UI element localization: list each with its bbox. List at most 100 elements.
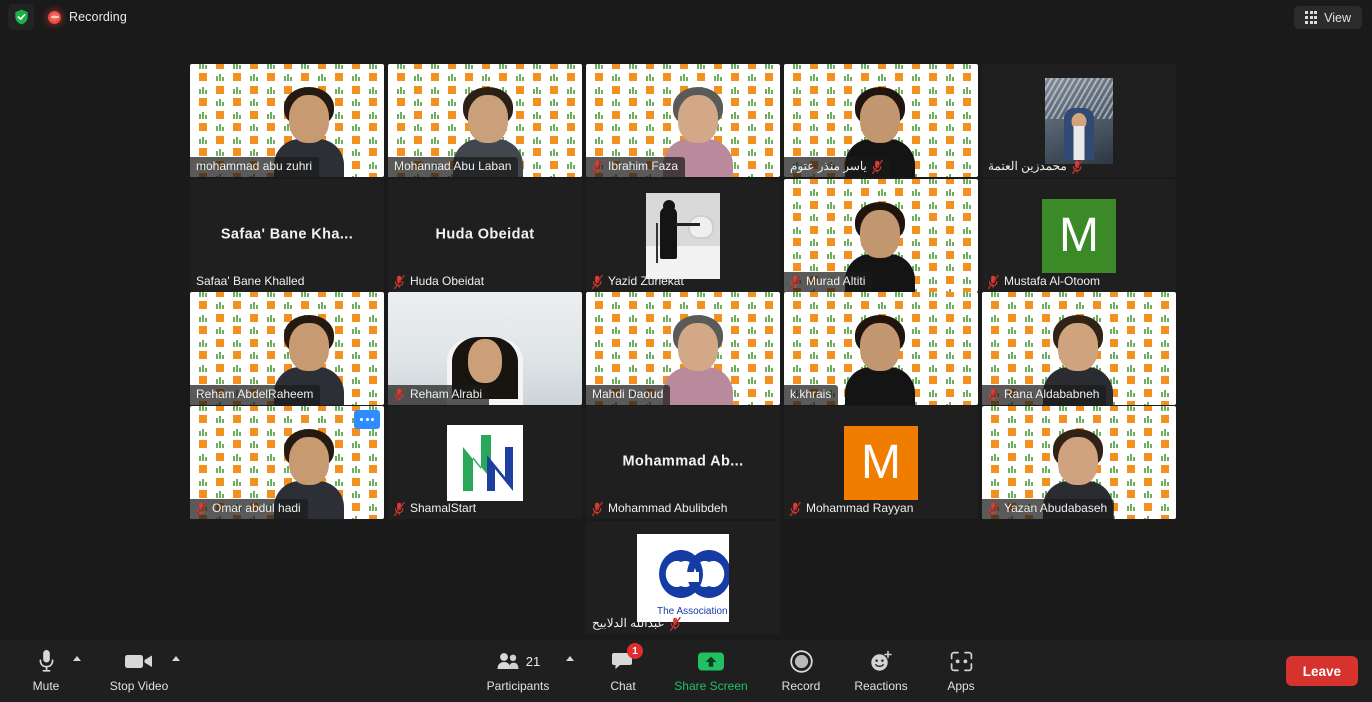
grid-view-icon <box>1304 11 1318 24</box>
participant-name-text: Ibrahim Faza <box>608 159 679 173</box>
participant-video-feed <box>843 313 919 405</box>
participant-name-text: ShamalStart <box>410 501 477 515</box>
record-button[interactable]: Record <box>755 648 847 693</box>
security-shield-icon[interactable] <box>8 4 34 30</box>
participant-tile[interactable]: Reham Alrabi <box>388 292 582 405</box>
record-circle-icon <box>789 648 813 674</box>
participant-name-label: Reham Alrabi <box>388 385 490 405</box>
recording-status[interactable]: Recording <box>48 10 127 24</box>
audio-options-chevron-up-icon[interactable] <box>73 656 81 661</box>
participant-name-text: Mohannad Abu Laban <box>394 159 512 173</box>
participant-name-label: Yazid Zuriekat <box>586 272 691 292</box>
participant-tile[interactable]: Mohammad Ab... Mohammad Abulibdeh <box>586 406 780 519</box>
participant-tile[interactable]: Mahdi Daoud <box>586 292 780 405</box>
profile-photo-avatar <box>646 192 720 279</box>
participant-tile[interactable]: Yazid Zuriekat <box>586 179 780 292</box>
participant-tile[interactable]: Ibrahim Faza <box>586 64 780 177</box>
chat-label: Chat <box>610 679 636 693</box>
participant-display-name-large: Huda Obeidat <box>435 225 535 242</box>
apps-button[interactable]: Apps <box>915 648 1007 693</box>
meeting-toolbar: Mute Stop Video 21 Participants 1 Chat S… <box>0 640 1372 702</box>
muted-mic-icon <box>988 387 999 402</box>
participant-tile[interactable]: محمدزين العتمة <box>982 64 1176 177</box>
view-button-label: View <box>1324 10 1351 25</box>
participant-name-label: Ibrahim Faza <box>586 157 686 177</box>
participant-tile[interactable]: M Mustafa Al-Otoom <box>982 179 1176 292</box>
participant-name-text: Mohammad Rayyan <box>806 501 914 515</box>
muted-mic-icon <box>394 274 405 289</box>
participant-name-text: محمدزين العتمة <box>988 159 1067 173</box>
participant-name-text: mohammad abu zuhri <box>196 159 313 173</box>
muted-mic-icon <box>669 616 681 631</box>
video-options-chevron-up-icon[interactable] <box>172 656 180 661</box>
participant-name-text: Omar abdul hadi <box>212 501 301 515</box>
stop-video-button[interactable]: Stop Video <box>93 648 185 693</box>
muted-mic-icon <box>988 501 999 516</box>
participant-name-label: Huda Obeidat <box>388 272 491 292</box>
participant-name-text: k.khrais <box>790 387 832 401</box>
participant-name-label: Mustafa Al-Otoom <box>982 272 1107 292</box>
participant-tile[interactable]: ShamalStart <box>388 406 582 519</box>
participant-name-label: عبدالله الدلابيح <box>586 614 688 634</box>
participant-tile[interactable]: Murad Altiti <box>784 179 978 292</box>
participant-gallery: mohammad abu zuhri Mohannad Abu Laban Ibra… <box>0 34 1372 640</box>
share-screen-button[interactable]: Share Screen <box>665 648 757 693</box>
participant-tile[interactable]: Mohannad Abu Laban <box>388 64 582 177</box>
mute-button[interactable]: Mute <box>0 648 92 693</box>
muted-mic-icon <box>592 274 603 289</box>
participant-tile[interactable]: M Mohammad Rayyan <box>784 406 978 519</box>
participant-name-label: ShamalStart <box>388 499 483 519</box>
participants-count: 21 <box>525 653 541 669</box>
leave-button[interactable]: Leave <box>1285 656 1358 686</box>
mute-label: Mute <box>32 679 60 693</box>
microphone-icon <box>38 648 55 674</box>
apps-label: Apps <box>947 679 975 693</box>
participant-tile[interactable]: Huda Obeidat Huda Obeidat <box>388 179 582 292</box>
camera-icon <box>124 648 154 674</box>
participant-name-text: Mahdi Daoud <box>592 387 664 401</box>
participant-name-text: Huda Obeidat <box>410 274 485 288</box>
reactions-button[interactable]: Reactions <box>835 648 927 693</box>
participant-name-label: Omar abdul hadi <box>190 499 308 519</box>
reactions-smiley-icon <box>869 648 893 674</box>
muted-mic-icon <box>592 501 603 516</box>
participant-name-label: Safaa' Bane Khalled <box>190 272 311 292</box>
participant-tile[interactable]: Rana Aldababneh <box>982 292 1176 405</box>
participant-name-label: Mohammad Abulibdeh <box>586 499 734 519</box>
apps-icon <box>950 648 973 674</box>
view-button[interactable]: View <box>1293 6 1362 29</box>
more-options-icon[interactable] <box>354 410 380 429</box>
organization-logo-avatar: The Association <box>637 533 729 622</box>
participant-name-text: عبدالله الدلابيح <box>592 616 665 630</box>
recording-label: Recording <box>69 10 127 24</box>
participant-tile[interactable]: Yazan Abudabaseh <box>982 406 1176 519</box>
muted-mic-icon <box>1071 159 1083 174</box>
participant-name-text: Rana Aldababneh <box>1004 387 1100 401</box>
chat-button[interactable]: 1 Chat <box>577 643 669 693</box>
chat-bubble-icon: 1 <box>612 643 643 674</box>
muted-mic-icon <box>196 501 207 516</box>
participant-tile[interactable]: ياسر منذر عتوم <box>784 64 978 177</box>
participant-video-feed <box>661 313 737 405</box>
muted-mic-icon <box>790 501 801 516</box>
participants-icon: 21 <box>496 648 540 674</box>
organization-logo-avatar <box>447 424 523 501</box>
participant-name-label: Mohammad Rayyan <box>784 499 920 519</box>
participant-name-text: Safaa' Bane Khalled <box>196 274 305 288</box>
participant-tile[interactable]: mohammad abu zuhri <box>190 64 384 177</box>
participant-name-text: Reham AbdelRaheem <box>196 387 314 401</box>
participant-tile[interactable]: Safaa' Bane Kha... Safaa' Bane Khalled <box>190 179 384 292</box>
participant-tile[interactable]: Reham AbdelRaheem <box>190 292 384 405</box>
participants-chevron-up-icon[interactable] <box>566 656 574 661</box>
participant-tile[interactable]: Omar abdul hadi <box>190 406 384 519</box>
participants-button[interactable]: 21 Participants <box>472 648 564 693</box>
reactions-label: Reactions <box>854 679 908 693</box>
participant-tile[interactable]: The Association عبدالله الدلابيح <box>586 521 780 634</box>
muted-mic-icon <box>790 274 801 289</box>
chat-unread-badge: 1 <box>627 643 643 659</box>
muted-mic-icon <box>394 387 405 402</box>
participant-name-text: Yazan Abudabaseh <box>1004 501 1108 515</box>
participant-name-label: mohammad abu zuhri <box>190 157 320 177</box>
participant-name-label: محمدزين العتمة <box>982 157 1090 177</box>
participant-tile[interactable]: k.khrais <box>784 292 978 405</box>
